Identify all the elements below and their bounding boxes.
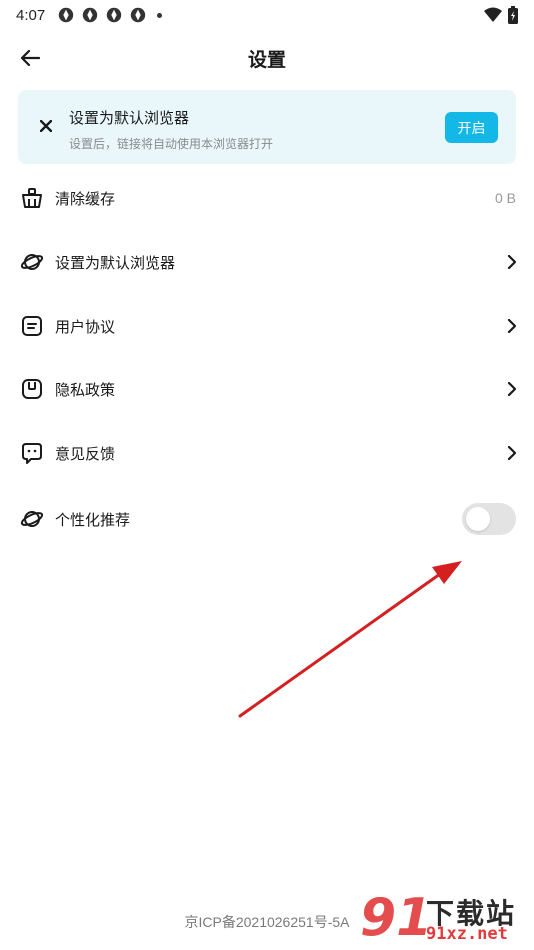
chevron-right-icon [504, 254, 518, 270]
toggle-knob [466, 507, 490, 531]
menu-item-privacy-policy[interactable]: 隐私政策 [0, 366, 534, 412]
cache-size-value: 0 B [494, 190, 516, 206]
menu-item-default-browser[interactable]: 设置为默认浏览器 [0, 239, 534, 285]
personalized-recommendation-toggle[interactable] [462, 503, 516, 535]
wifi-icon [484, 7, 502, 22]
battery-icon [508, 6, 518, 24]
close-icon [40, 120, 52, 132]
menu-item-user-agreement[interactable]: 用户协议 [0, 303, 534, 349]
watermark-number: 91 [360, 888, 433, 948]
document-icon [20, 314, 44, 338]
watermark-domain: 91xz.net [426, 924, 508, 944]
feedback-icon [20, 441, 44, 465]
back-button[interactable] [16, 44, 44, 72]
arrow-left-icon [20, 49, 40, 67]
menu-item-clear-cache[interactable]: 清除缓存 0 B [0, 175, 534, 221]
title-bar: 设置 [0, 36, 534, 80]
basket-icon [20, 186, 44, 210]
notification-app-icon [59, 7, 74, 23]
banner-close-button[interactable] [36, 116, 56, 136]
privacy-icon [20, 377, 44, 401]
menu-item-label: 清除缓存 [55, 189, 116, 208]
notification-app-icon [131, 7, 146, 23]
menu-item-label: 设置为默认浏览器 [55, 253, 176, 272]
enable-default-browser-button[interactable]: 开启 [445, 112, 498, 143]
banner-title: 设置为默认浏览器 [69, 109, 190, 127]
menu-item-feedback[interactable]: 意见反馈 [0, 430, 534, 476]
notification-app-icon [107, 7, 122, 23]
chevron-right-icon [504, 445, 518, 461]
banner-subtitle: 设置后，链接将自动使用本浏览器打开 [69, 137, 274, 151]
watermark-logo: 91 下载站 91xz.net [360, 888, 530, 948]
chevron-right-icon [504, 381, 518, 397]
status-time: 4:07 [16, 6, 46, 24]
system-icons [484, 6, 518, 24]
page-title: 设置 [247, 48, 286, 71]
chevron-right-icon [504, 318, 518, 334]
status-bar: 4:07 [0, 0, 534, 30]
default-browser-banner: 设置为默认浏览器 设置后，链接将自动使用本浏览器打开 开启 [18, 90, 516, 164]
notification-icons [57, 6, 163, 24]
menu-item-label: 个性化推荐 [55, 510, 131, 529]
planet-icon [20, 250, 44, 274]
planet-icon [20, 507, 44, 531]
more-notifications-dot [157, 12, 163, 18]
menu-item-label: 意见反馈 [55, 444, 116, 463]
notification-app-icon [83, 7, 98, 23]
menu-item-label: 用户协议 [55, 317, 116, 336]
menu-item-personalized-recommendation: 个性化推荐 [0, 496, 534, 542]
menu-item-label: 隐私政策 [55, 380, 116, 399]
